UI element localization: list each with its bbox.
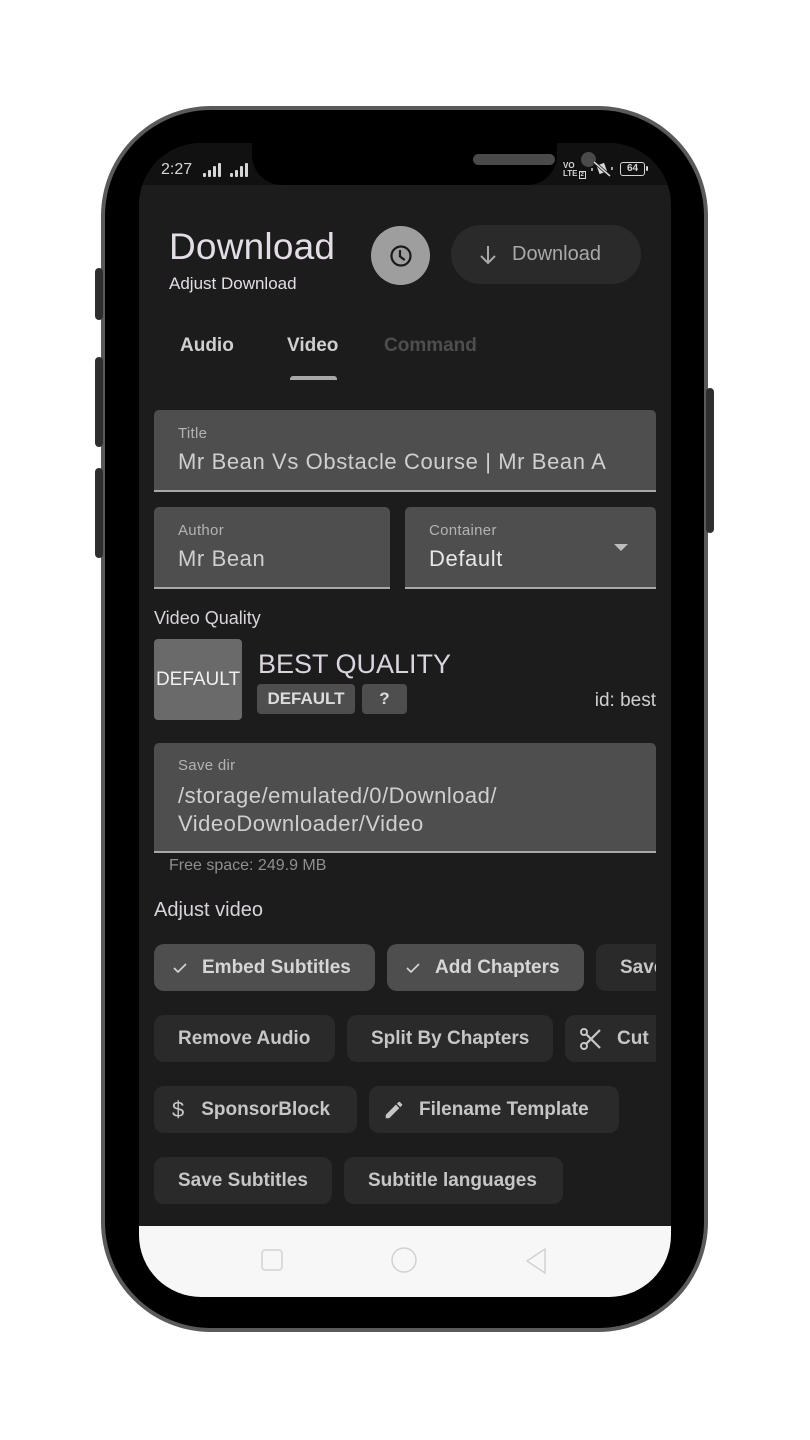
phone-side-button (95, 268, 103, 320)
dropdown-arrow-icon (614, 544, 628, 551)
chip-sponsorblock[interactable]: $ SponsorBlock (154, 1086, 357, 1133)
dollar-icon: $ (172, 1096, 185, 1122)
back-button-icon[interactable] (524, 1247, 548, 1275)
signal-icon (203, 163, 221, 177)
quality-name[interactable]: BEST QUALITY (258, 649, 451, 680)
page-subtitle: Adjust Download (169, 274, 297, 293)
chip-save[interactable]: Save (596, 944, 656, 991)
chip-label: Subtitle languages (368, 1169, 537, 1191)
page-title: Download (169, 226, 336, 267)
speaker (473, 154, 555, 165)
chip-split-by-chapters[interactable]: Split By Chapters (347, 1015, 553, 1062)
chip-save-subtitles[interactable]: Save Subtitles (154, 1157, 332, 1204)
phone-power-button (706, 388, 714, 533)
recents-button-icon[interactable] (260, 1248, 284, 1272)
container-dropdown[interactable]: Container Default (405, 507, 656, 589)
container-dropdown-value: Default (429, 546, 503, 571)
check-icon (406, 962, 420, 973)
check-icon (173, 962, 187, 973)
title-field[interactable]: Title Mr Bean Vs Obstacle Course | Mr Be… (154, 410, 656, 492)
chip-label: Add Chapters (435, 956, 560, 978)
chip-remove-audio[interactable]: Remove Audio (154, 1015, 335, 1062)
home-button-icon[interactable] (390, 1246, 418, 1274)
tab-audio[interactable]: Audio (180, 335, 234, 357)
quality-id: id: best (594, 690, 656, 711)
save-dir-label: Save dir (178, 757, 236, 774)
author-field[interactable]: Author Mr Bean (154, 507, 390, 589)
status-bar: 2:27 VO LTE 2 64 (139, 143, 671, 185)
battery-icon: 64 (620, 162, 648, 176)
quality-badge-help: ? (362, 684, 407, 714)
chip-subtitle-languages[interactable]: Subtitle languages (344, 1157, 563, 1204)
save-dir-value-line1: /storage/emulated/0/Download/ (178, 783, 498, 808)
tab-video[interactable]: Video (287, 335, 338, 357)
pencil-icon (385, 1101, 403, 1118)
notch (252, 143, 596, 185)
save-dir-value: /storage/emulated/0/Download/ VideoDownl… (178, 782, 497, 838)
video-quality-label: Video Quality (154, 608, 261, 628)
save-dir-value-line2: VideoDownloader/Video (178, 811, 424, 836)
chip-label: Save Subtitles (178, 1169, 308, 1191)
author-field-value: Mr Bean (178, 546, 266, 571)
clock-icon (389, 244, 412, 267)
chip-label: Split By Chapters (371, 1027, 530, 1049)
chip-label: Filename Template (419, 1098, 589, 1120)
title-field-label: Title (178, 425, 208, 442)
container-dropdown-label: Container (429, 522, 497, 539)
screen: 2:27 VO LTE 2 64 Download Adjust Download (139, 143, 671, 1297)
chip-label: SponsorBlock (201, 1098, 331, 1120)
arrow-down-icon (480, 245, 496, 264)
download-button-label: Download (512, 243, 601, 265)
scissors-icon (580, 1027, 601, 1050)
status-time: 2:27 (161, 161, 193, 178)
chip-cut[interactable]: Cut (565, 1015, 656, 1062)
author-field-label: Author (178, 522, 224, 539)
volte-icon: VO LTE 2 (563, 161, 586, 179)
quality-thumbnail[interactable]: DEFAULT (154, 639, 242, 720)
tab-indicator (290, 376, 337, 380)
navigation-bar (139, 1226, 671, 1297)
free-space-text: Free space: 249.9 MB (169, 857, 327, 874)
phone-volume-up-button (95, 357, 103, 447)
chip-label: Cut (617, 1027, 649, 1049)
chip-label: Embed Subtitles (202, 956, 351, 978)
signal-icon-2 (230, 163, 248, 177)
save-dir-field[interactable]: Save dir /storage/emulated/0/Download/ V… (154, 743, 656, 853)
phone-volume-down-button (95, 468, 103, 558)
adjust-video-chips: Embed Subtitles Add Chapters Save Remove… (139, 933, 656, 1213)
download-button[interactable]: Download (451, 225, 641, 284)
quality-badge-default: DEFAULT (257, 684, 355, 714)
vibrate-mute-icon (591, 160, 613, 178)
tab-command[interactable]: Command (384, 335, 477, 357)
chip-label: Save (620, 956, 656, 978)
chip-embed-subtitles[interactable]: Embed Subtitles (154, 944, 375, 991)
chip-label: Remove Audio (178, 1027, 311, 1049)
title-field-value: Mr Bean Vs Obstacle Course | Mr Bean A (178, 449, 607, 474)
chip-add-chapters[interactable]: Add Chapters (387, 944, 584, 991)
adjust-video-label: Adjust video (154, 899, 263, 921)
history-button[interactable] (371, 226, 430, 285)
chip-filename-template[interactable]: Filename Template (369, 1086, 619, 1133)
